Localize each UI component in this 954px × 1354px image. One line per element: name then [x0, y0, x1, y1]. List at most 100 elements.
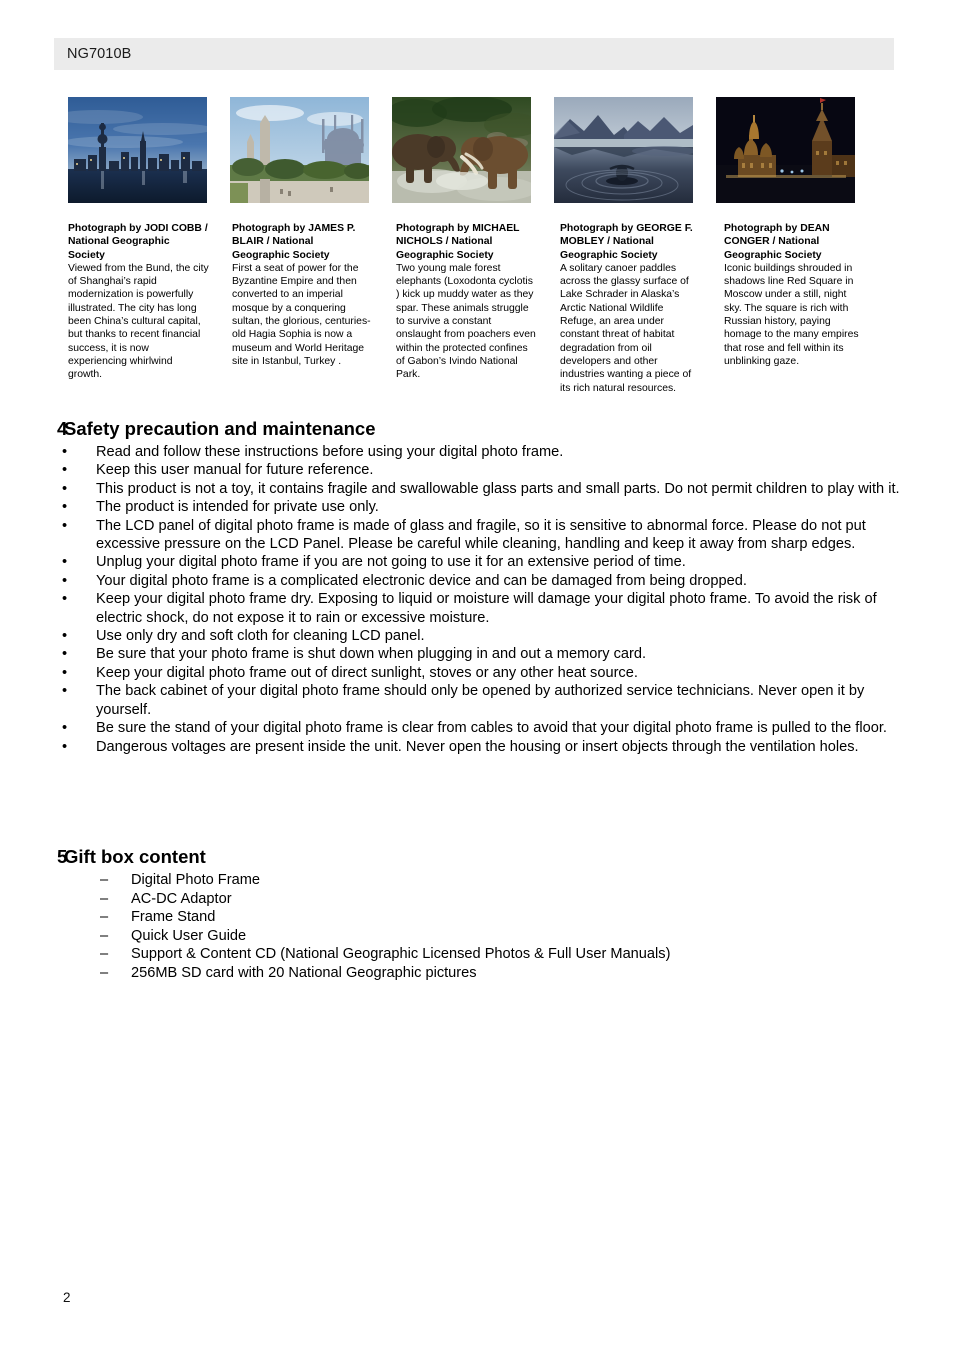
lake-schrader-canoe-photo: [554, 97, 693, 203]
list-item: – Quick User Guide: [0, 927, 954, 946]
list-item-text: Use only dry and soft cloth for cleaning…: [96, 628, 425, 645]
list-item: • Keep your digital photo frame out of di…: [0, 664, 954, 682]
list-item-text: Read and follow these instructions befor…: [96, 444, 564, 460]
photo-caption-4: Photograph by DEAN CONGER / National Geo…: [724, 222, 865, 395]
photo-description: First a seat of power for the Byzantine …: [232, 262, 371, 367]
dash-icon: –: [100, 927, 109, 944]
bullet-icon: •: [62, 720, 68, 737]
list-item: • Your digital photo frame is a complicat…: [0, 572, 954, 590]
list-item: • The product is intended for private use…: [0, 498, 954, 516]
section-title: Gift box content: [64, 846, 206, 867]
list-item: – Frame Stand: [0, 908, 954, 927]
photo-caption-0: Photograph by JODI COBB / National Geogr…: [68, 222, 209, 395]
list-item-text: Digital Photo Frame: [131, 872, 260, 888]
list-item-text: Keep your digital photo frame out of dir…: [96, 664, 638, 681]
section-title: Safety precaution and maintenance: [64, 418, 376, 439]
photo-credit: Photograph by MICHAEL NICHOLS / National…: [396, 223, 520, 261]
bullet-icon: •: [62, 462, 68, 479]
section-gift-box-content: 5 Gift box content – Digital Photo Frame …: [0, 846, 954, 983]
gift-box-item-list: – Digital Photo Frame – AC-DC Adaptor – Fra…: [0, 871, 954, 983]
photo-caption-2: Photograph by MICHAEL NICHOLS / National…: [396, 222, 537, 395]
list-item: • Unplug your digital photo frame if you …: [0, 553, 954, 571]
photo-caption-3: Photograph by GEORGE F. MOBLEY / Nationa…: [560, 222, 701, 395]
list-item-text: Quick User Guide: [131, 927, 247, 944]
page-header-band: NG7010B: [54, 38, 894, 70]
photo-description: Viewed from the Bund, the city of Shangh…: [68, 262, 209, 381]
photo-description: Two young male forest elephants (Loxodon…: [396, 262, 536, 381]
bullet-icon: •: [62, 738, 68, 755]
photo-cell-0: [68, 97, 207, 203]
dash-icon: –: [100, 909, 109, 926]
shanghai-skyline-photo: [68, 97, 207, 203]
photo-caption-1: Photograph by JAMES P. BLAIR / National …: [232, 222, 373, 395]
bullet-icon: •: [62, 499, 68, 516]
photo-gallery-strip: [68, 97, 894, 203]
list-item-text: Be sure that your photo frame is shut do…: [96, 646, 647, 663]
photo-description: Iconic buildings shrouded in shadows lin…: [724, 262, 859, 367]
list-item: • This product is not a toy, it contains …: [0, 480, 954, 498]
page-number: 2: [63, 1290, 71, 1305]
list-item-text: This product is not a toy, it contains f…: [96, 480, 900, 497]
list-item-text: Be sure the stand of your digital photo …: [96, 720, 887, 737]
list-item-text: Support & Content CD (National Geographi…: [131, 946, 671, 963]
list-item-text: AC-DC Adaptor: [131, 890, 232, 907]
dash-icon: –: [100, 964, 109, 981]
bullet-icon: •: [62, 664, 68, 681]
section-safety-precaution: 4 Safety precaution and maintenance • Rea…: [0, 418, 954, 756]
forest-elephants-photo: [392, 97, 531, 203]
bullet-icon: •: [62, 554, 68, 571]
bullet-icon: •: [62, 572, 68, 589]
photo-captions-strip: Photograph by JODI COBB / National Geogr…: [68, 222, 908, 395]
section-safety-heading: 4 Safety precaution and maintenance: [0, 418, 954, 440]
section-number: 4: [57, 418, 68, 439]
photo-cell-1: [230, 97, 369, 203]
photo-credit: Photograph by GEORGE F. MOBLEY / Nationa…: [560, 223, 693, 261]
bullet-icon: •: [62, 683, 68, 700]
list-item: – Support & Content CD (National Geograph…: [0, 945, 954, 964]
list-item: • Be sure the stand of your digital photo…: [0, 719, 954, 737]
bullet-icon: •: [62, 517, 68, 534]
hagia-sophia-photo: [230, 97, 369, 203]
list-item-text: Keep your digital photo frame dry. Expos…: [96, 591, 877, 626]
list-item-text: Unplug your digital photo frame if you a…: [96, 554, 686, 571]
list-item-text: The back cabinet of your digital photo f…: [96, 683, 865, 718]
list-item: • Dangerous voltages are present inside t…: [0, 738, 954, 756]
list-item: • The LCD panel of digital photo frame is…: [0, 517, 954, 554]
model-number-label: NG7010B: [67, 46, 132, 62]
photo-cell-4: [716, 97, 855, 203]
list-item: • Be sure that your photo frame is shut d…: [0, 645, 954, 663]
safety-bullet-list: • Read and follow these instructions befo…: [0, 443, 954, 756]
list-item-text: Frame Stand: [131, 909, 216, 926]
list-item-text: The product is intended for private use …: [96, 499, 379, 516]
list-item-text: Keep this user manual for future referen…: [96, 462, 374, 479]
photo-credit: Photograph by JODI COBB / National Geogr…: [68, 223, 208, 261]
bullet-icon: •: [62, 628, 68, 645]
list-item-text: 256MB SD card with 20 National Geographi…: [131, 964, 477, 981]
photo-cell-3: [554, 97, 693, 203]
bullet-icon: •: [62, 480, 68, 497]
list-item: – Digital Photo Frame: [0, 871, 954, 890]
dash-icon: –: [100, 872, 109, 888]
photo-credit: Photograph by JAMES P. BLAIR / National …: [232, 223, 356, 261]
list-item-text: Your digital photo frame is a complicate…: [96, 572, 747, 589]
photo-cell-2: [392, 97, 531, 203]
list-item: – AC-DC Adaptor: [0, 890, 954, 909]
list-item: • Keep your digital photo frame dry. Expo…: [0, 590, 954, 627]
section-number: 5: [57, 846, 68, 867]
dash-icon: –: [100, 946, 109, 963]
photo-credit: Photograph by DEAN CONGER / National Geo…: [724, 223, 830, 261]
list-item: • The back cabinet of your digital photo …: [0, 682, 954, 719]
list-item: – 256MB SD card with 20 National Geograph…: [0, 964, 954, 983]
list-item-text: Dangerous voltages are present inside th…: [96, 738, 859, 755]
list-item: • Keep this user manual for future refere…: [0, 461, 954, 479]
list-item: • Use only dry and soft cloth for cleanin…: [0, 627, 954, 645]
photo-description: A solitary canoer paddles across the gla…: [560, 262, 692, 394]
section-giftbox-heading: 5 Gift box content: [0, 846, 954, 868]
dash-icon: –: [100, 890, 109, 907]
bullet-icon: •: [62, 444, 68, 460]
bullet-icon: •: [62, 591, 68, 608]
list-item: • Read and follow these instructions befo…: [0, 443, 954, 461]
red-square-photo: [716, 97, 855, 203]
list-item-text: The LCD panel of digital photo frame is …: [96, 517, 866, 553]
bullet-icon: •: [62, 646, 68, 663]
